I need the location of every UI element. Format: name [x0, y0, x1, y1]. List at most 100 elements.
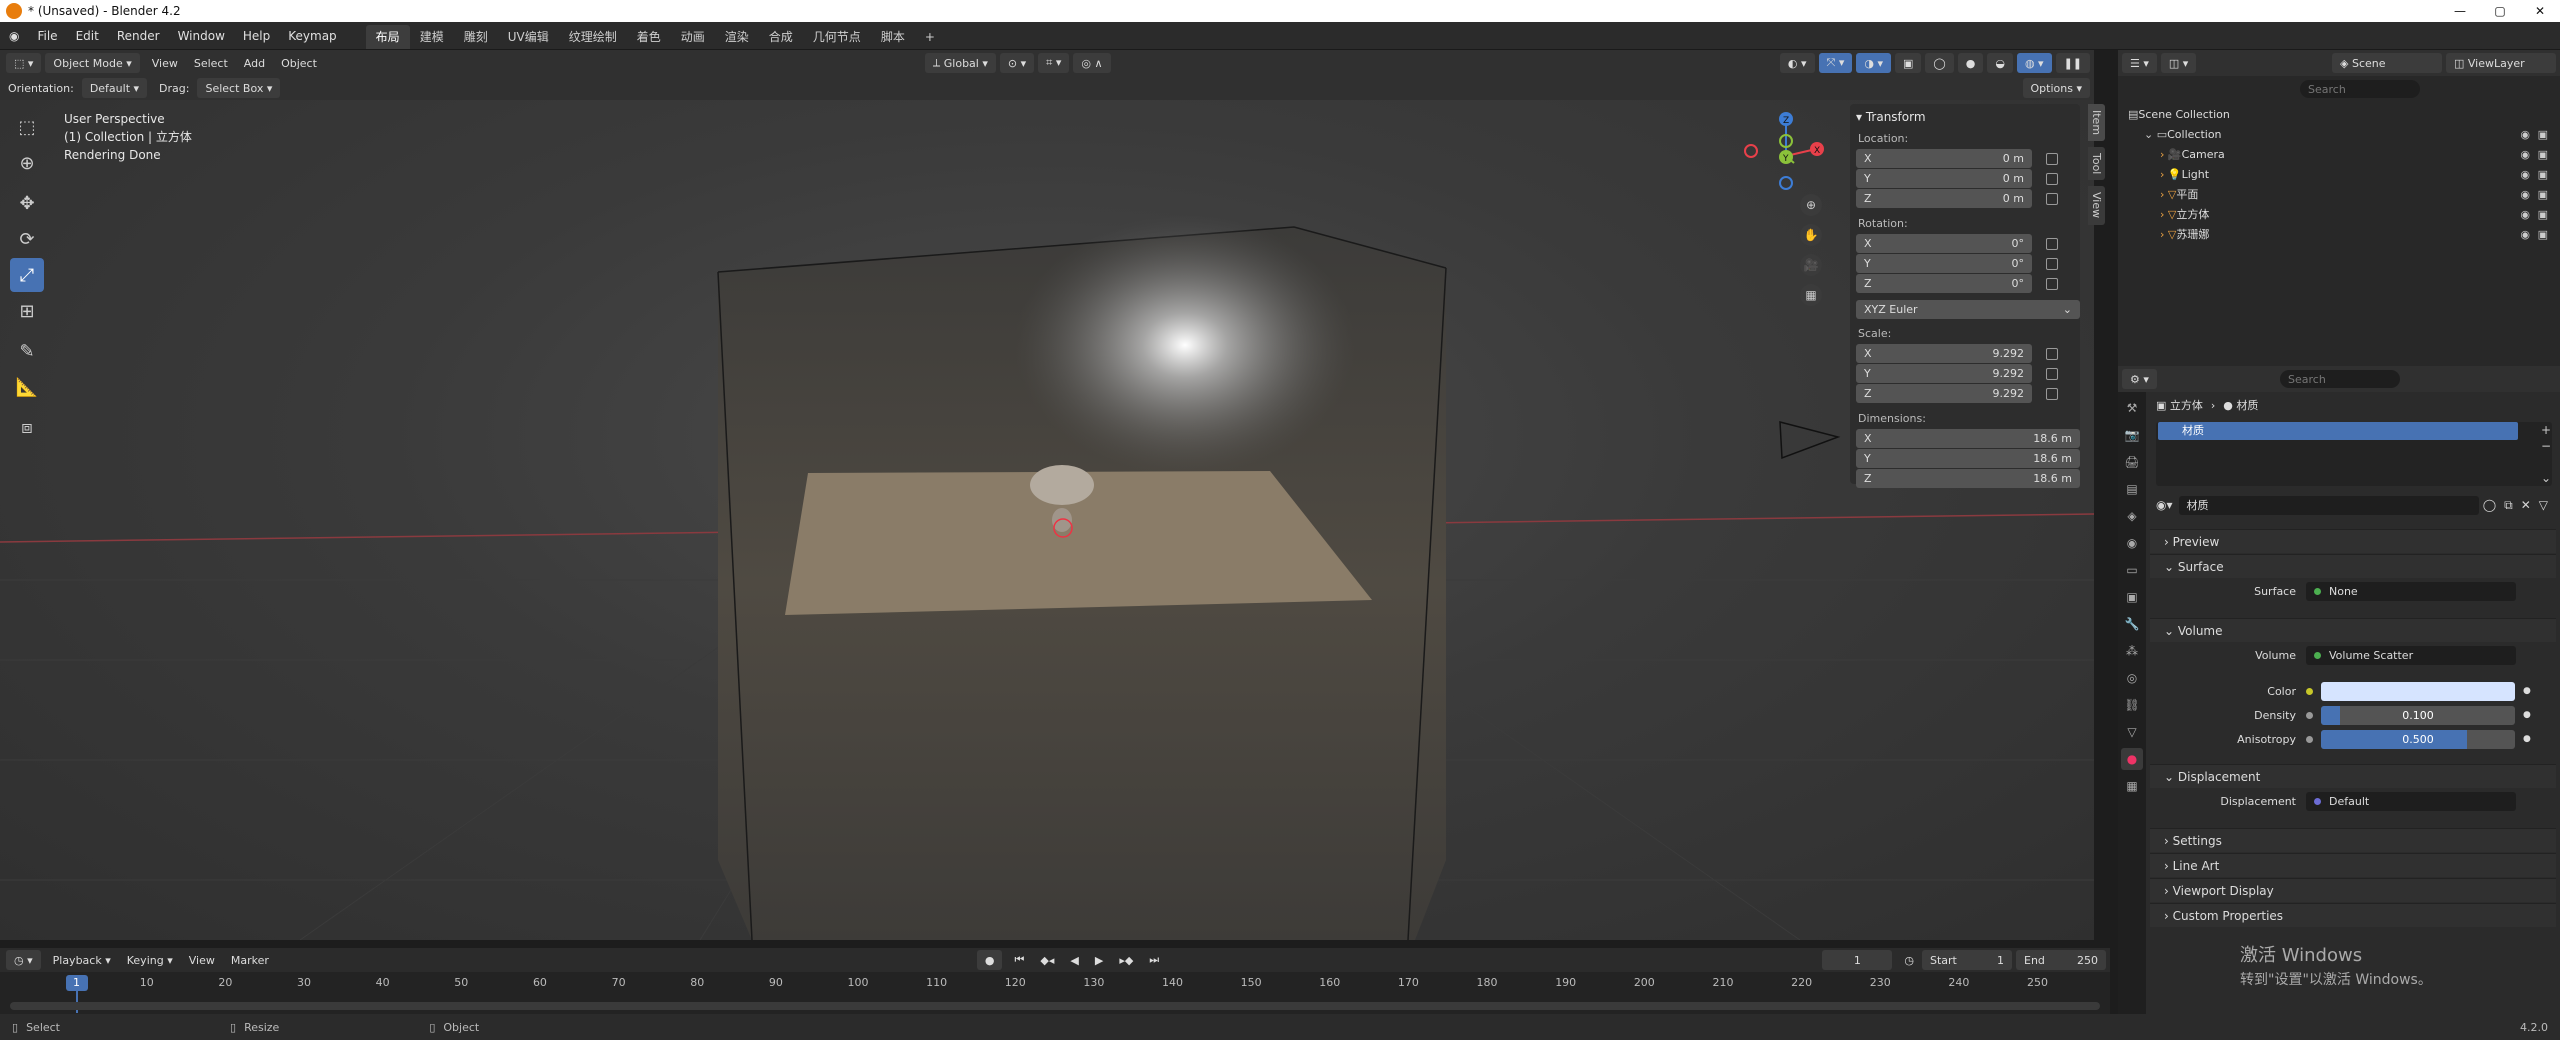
select-box-icon[interactable]: ⬚ — [10, 110, 44, 144]
custom-properties-section[interactable]: › Custom Properties — [2150, 903, 2556, 927]
unlink-icon[interactable]: ✕ — [2517, 498, 2535, 512]
particles-tab-icon[interactable]: ⁂ — [2121, 640, 2143, 662]
volume-shader-field[interactable]: Volume Scatter — [2306, 645, 2516, 665]
pan-hand-icon[interactable]: ✋ — [1800, 224, 1822, 246]
clock-icon[interactable]: ◷ — [1896, 954, 1922, 967]
density-slider[interactable]: 0.100 — [2321, 705, 2515, 725]
lock-icon[interactable] — [2046, 153, 2058, 165]
visibility-eye-icon[interactable]: ◉ — [2520, 168, 2530, 181]
material-name-field[interactable]: 材质 — [2178, 495, 2479, 515]
render-toggle-icon[interactable]: ▣ — [2538, 208, 2548, 221]
timeline-menu-playback[interactable]: Playback ▾ — [45, 954, 119, 967]
tab-compositing[interactable]: 合成 — [759, 25, 803, 49]
line-art-section[interactable]: › Line Art — [2150, 853, 2556, 877]
render-toggle-icon[interactable]: ▣ — [2538, 128, 2548, 141]
tab-geometry-nodes[interactable]: 几何节点 — [803, 25, 871, 49]
shading-material-icon[interactable]: ◒ — [1987, 53, 2013, 73]
shading-rendered-icon[interactable]: ◍ ▾ — [2016, 53, 2052, 73]
settings-section[interactable]: › Settings — [2150, 828, 2556, 852]
scale-y-field[interactable]: Y 9.292 — [1856, 364, 2032, 383]
rotation-mode-dropdown[interactable]: XYZ Euler ⌄ — [1856, 300, 2080, 319]
lock-icon[interactable] — [2046, 258, 2058, 270]
visibility-icon[interactable]: ◐ ▾ — [1779, 53, 1815, 73]
transform-panel-header[interactable]: ▾ Transform — [1856, 110, 2074, 124]
3d-viewport[interactable] — [0, 100, 2094, 940]
timeline-menu-view[interactable]: View — [181, 954, 223, 967]
fake-user-icon[interactable]: ◯ — [2479, 498, 2500, 512]
render-toggle-icon[interactable]: ▣ — [2538, 148, 2548, 161]
lock-icon[interactable] — [2046, 238, 2058, 250]
keyframe-dot-icon[interactable]: ● — [2515, 710, 2531, 720]
blender-menu-icon[interactable]: ◉ — [0, 22, 28, 50]
filter-icon[interactable]: ▽ — [2535, 498, 2552, 512]
slot-controls[interactable]: + − ⌄ — [2538, 422, 2554, 486]
measure-icon[interactable]: 📐 — [10, 370, 44, 404]
data-tab-icon[interactable]: ▽ — [2121, 721, 2143, 743]
object-tab-icon[interactable]: ▣ — [2121, 586, 2143, 608]
menu-window[interactable]: Window — [169, 22, 234, 50]
outliner-row[interactable]: ⌄ ▭ Collection ◉ ▣ — [2118, 124, 2560, 144]
cursor-icon[interactable]: ⊕ — [10, 146, 44, 180]
outliner-editor-icon[interactable]: ☰ ▾ — [2122, 53, 2157, 73]
render-toggle-icon[interactable]: ▣ — [2538, 168, 2548, 181]
play-reverse-icon[interactable]: ◀ — [1062, 954, 1086, 967]
pause-render-icon[interactable]: ❚❚ — [2055, 53, 2090, 73]
navigation-gizmo[interactable]: X Z Y — [1736, 106, 1826, 196]
scale-x-field[interactable]: X 9.292 — [1856, 344, 2032, 363]
object-mode-dropdown[interactable]: Object Mode ▾ — [45, 53, 140, 73]
material-slot-list[interactable]: 材质 + − ⌄ — [2156, 422, 2552, 486]
dimension-y-field[interactable]: Y 18.6 m — [1856, 449, 2080, 468]
menu-help[interactable]: Help — [234, 22, 279, 50]
rotate-icon[interactable]: ⟳ — [10, 222, 44, 256]
orientation-dropdown[interactable]: Default ▾ — [81, 78, 148, 98]
transform-icon[interactable]: ⊞ — [10, 294, 44, 328]
menu-keymap[interactable]: Keymap — [279, 22, 345, 50]
current-frame-field[interactable]: 1 — [1822, 950, 1893, 970]
visibility-eye-icon[interactable]: ◉ — [2520, 188, 2530, 201]
close-icon[interactable]: ✕ — [2520, 0, 2560, 22]
tab-animation[interactable]: 动画 — [671, 25, 715, 49]
display-mode-icon[interactable]: ◫ ▾ — [2160, 53, 2197, 73]
outliner-search-input[interactable] — [2300, 80, 2420, 98]
properties-editor-icon[interactable]: ⚙ ▾ — [2122, 369, 2157, 389]
shading-wireframe-icon[interactable]: ◯ — [1925, 53, 1954, 73]
duplicate-icon[interactable]: ⧉ — [2500, 498, 2517, 513]
lock-icon[interactable] — [2046, 193, 2058, 205]
dimension-z-field[interactable]: Z 18.6 m — [1856, 469, 2080, 488]
outliner-row[interactable]: › ▽ 平面 ◉ ▣ — [2118, 184, 2560, 204]
tab-item[interactable]: Item — [2088, 104, 2105, 142]
annotate-icon[interactable]: ✎ — [10, 334, 44, 368]
editor-type-icon[interactable]: ⬚ ▾ — [6, 53, 42, 73]
rotation-x-field[interactable]: X 0° — [1856, 234, 2032, 253]
visibility-eye-icon[interactable]: ◉ — [2520, 208, 2530, 221]
outliner-row[interactable]: ▤ Scene Collection — [2118, 104, 2560, 124]
tab-texture-paint[interactable]: 纹理绘制 — [559, 25, 627, 49]
menu-file[interactable]: File — [28, 22, 66, 50]
prev-keyframe-icon[interactable]: ◆◂ — [1032, 954, 1062, 967]
outliner-row[interactable]: › 💡 Light ◉ ▣ — [2118, 164, 2560, 184]
end-frame-field[interactable]: End 250 — [2016, 950, 2106, 970]
visibility-eye-icon[interactable]: ◉ — [2520, 148, 2530, 161]
tab-layout[interactable]: 布局 — [365, 24, 410, 49]
menu-edit[interactable]: Edit — [67, 22, 108, 50]
material-tab-icon[interactable]: ● — [2121, 748, 2143, 770]
lock-icon[interactable] — [2046, 368, 2058, 380]
perspective-grid-icon[interactable]: ▦ — [1800, 284, 1822, 306]
camera-view-icon[interactable]: 🎥 — [1800, 254, 1822, 276]
viewport-display-section[interactable]: › Viewport Display — [2150, 878, 2556, 902]
world-tab-icon[interactable]: ◉ — [2121, 532, 2143, 554]
options-dropdown[interactable]: Options ▾ — [2022, 78, 2090, 98]
tab-shading[interactable]: 着色 — [627, 25, 671, 49]
viewport-menu-add[interactable]: Add — [236, 57, 273, 70]
location-y-field[interactable]: Y0 m — [1856, 169, 2032, 188]
auto-key-icon[interactable]: ● — [976, 950, 1003, 970]
keyframe-dot-icon[interactable]: ● — [2515, 734, 2531, 744]
view-layer-tab-icon[interactable]: ▤ — [2121, 478, 2143, 500]
timeline-menu-marker[interactable]: Marker — [223, 954, 277, 967]
texture-tab-icon[interactable]: ▦ — [2121, 775, 2143, 797]
viewport-menu-view[interactable]: View — [144, 57, 186, 70]
view-layer-selector[interactable]: ◫ ViewLayer — [2446, 53, 2556, 73]
dimension-x-field[interactable]: X 18.6 m — [1856, 429, 2080, 448]
visibility-eye-icon[interactable]: ◉ — [2520, 228, 2530, 241]
location-x-field[interactable]: X0 m — [1856, 149, 2032, 168]
